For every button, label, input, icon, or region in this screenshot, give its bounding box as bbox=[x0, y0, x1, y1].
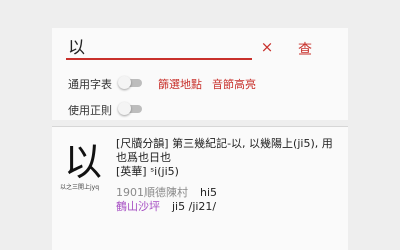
character-caption: 以之三開上jyq bbox=[60, 184, 100, 191]
result-character: 以 bbox=[64, 140, 103, 184]
regex-toggle[interactable] bbox=[118, 102, 144, 115]
definition-line-3: [英華] ˢi(ji5) bbox=[116, 165, 179, 178]
toggle-knob bbox=[118, 76, 131, 89]
search-button[interactable]: 查 bbox=[298, 39, 312, 59]
definition-line-2: 也爲也日也 bbox=[116, 151, 171, 164]
filter-locations-button[interactable]: 篩選地點 bbox=[158, 76, 202, 92]
entry-place: 鶴山沙坪 bbox=[116, 200, 160, 213]
entry-reading: ji5 /ji21/ bbox=[172, 200, 217, 213]
common-chars-toggle[interactable] bbox=[118, 76, 144, 89]
toggle-knob bbox=[118, 102, 131, 115]
definition-line-1: [尺牘分韻] 第三幾紀記-以, 以幾陽上(ji5), 用 bbox=[116, 137, 333, 150]
entry-reading: hi5 bbox=[200, 186, 218, 199]
highlight-syllable-button[interactable]: 音節高亮 bbox=[212, 76, 256, 92]
common-chars-label: 通用字表 bbox=[68, 78, 112, 91]
entry-place: 1901順德陳村 bbox=[116, 186, 188, 199]
clear-icon[interactable]: × bbox=[260, 40, 274, 55]
search-input[interactable] bbox=[68, 38, 248, 58]
search-input-underline bbox=[66, 58, 252, 60]
regex-label: 使用正則 bbox=[68, 104, 112, 117]
